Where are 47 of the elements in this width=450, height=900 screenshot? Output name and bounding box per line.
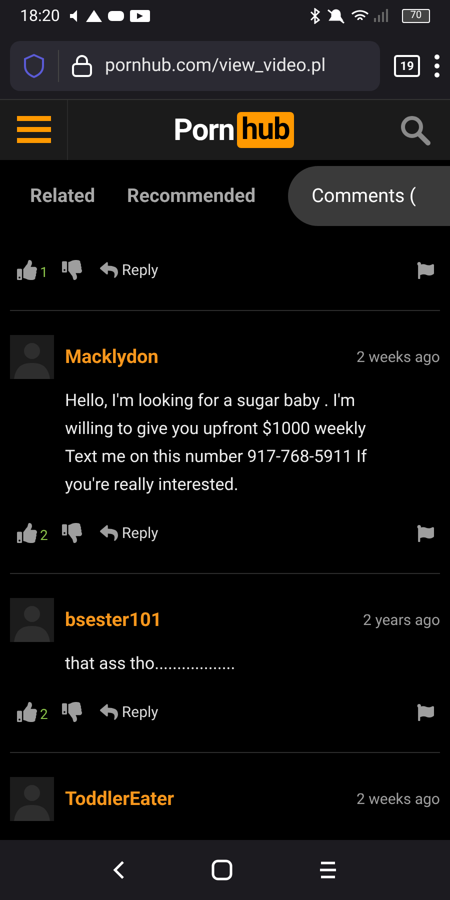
username[interactable]: bsester101	[65, 606, 162, 634]
tab[interactable]: Comments (	[288, 166, 450, 226]
clock: 18:20	[20, 5, 60, 27]
warning-icon	[86, 10, 102, 22]
dislike-icon[interactable]	[62, 523, 82, 543]
menu-icon[interactable]	[318, 860, 338, 880]
home-icon[interactable]	[210, 859, 233, 881]
shield-icon[interactable]	[22, 52, 46, 78]
reply-button[interactable]: Reply	[100, 700, 158, 724]
flag-icon[interactable]	[417, 704, 434, 720]
reply-arrow-icon	[100, 524, 118, 542]
tab[interactable]: Related	[30, 182, 96, 210]
site-logo[interactable]: Porn hub	[68, 108, 399, 152]
flag-icon[interactable]	[417, 262, 434, 278]
signal-icon	[374, 9, 388, 22]
url-bar[interactable]: pornhub.com/view_video.pl	[10, 40, 380, 90]
video-icon	[130, 10, 150, 22]
flag-icon[interactable]	[417, 524, 434, 542]
dislike-icon[interactable]	[62, 702, 82, 722]
timestamp: 2 years ago	[363, 610, 440, 631]
username[interactable]: Macklydon	[65, 342, 158, 372]
speaker-icon	[70, 10, 77, 22]
tab[interactable]: Recommended	[127, 182, 256, 210]
reply-arrow-icon	[100, 703, 118, 721]
username[interactable]: ToddlerEater	[65, 784, 174, 814]
bluetooth-icon	[310, 8, 320, 24]
search-icon[interactable]	[399, 114, 431, 146]
reply-arrow-icon	[100, 261, 118, 279]
menu-icon[interactable]	[16, 116, 50, 144]
timestamp: 2 weeks ago	[356, 788, 440, 810]
tab-count-button[interactable]: 19	[394, 54, 420, 76]
reply-button[interactable]: Reply	[100, 258, 158, 282]
url-text: pornhub.com/view_video.pl	[105, 54, 326, 78]
dislike-icon[interactable]	[62, 260, 82, 280]
avatar-icon	[10, 335, 54, 379]
avatar-icon	[10, 777, 54, 821]
comment-text: Hello, I'm looking for a sugar baby . I'm willing to give you upfront $1000 weekly Text me on this number 917-768-5911 If you're really interested.	[64, 390, 368, 497]
lock-icon	[71, 54, 93, 78]
menu-icon[interactable]	[434, 54, 440, 78]
comment-text: that ass tho..................	[64, 653, 236, 676]
battery-indicator: 70	[402, 9, 430, 23]
timestamp: 2 weeks ago	[356, 346, 440, 368]
avatar-icon	[10, 598, 54, 642]
back-icon[interactable]	[112, 860, 126, 880]
reply-button[interactable]: Reply	[100, 522, 158, 544]
muted-bell-icon	[327, 9, 345, 24]
wifi-icon	[351, 10, 369, 21]
